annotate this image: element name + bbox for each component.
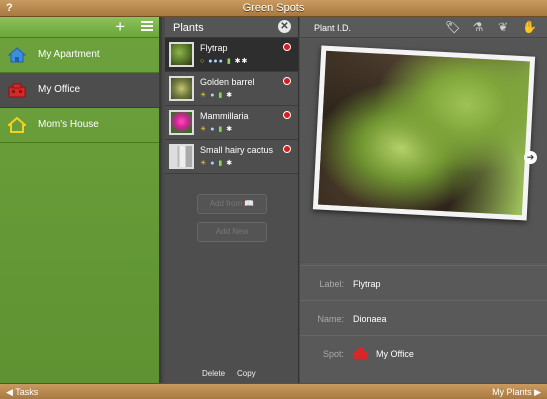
spot-key: Spot: <box>322 349 344 359</box>
temperature-icon: ✱ <box>226 160 234 167</box>
plant-item-golden-barrel[interactable]: Golden barrel ☀ ● ▮ ✱ <box>165 72 298 106</box>
delete-button[interactable]: Delete <box>202 369 225 378</box>
water-icon: ●●● <box>208 58 224 65</box>
plant-thumbnail <box>169 144 194 169</box>
name-key: Name: <box>317 314 344 324</box>
plant-photo[interactable] <box>312 45 536 221</box>
office-icon <box>8 83 26 98</box>
photo-area: ➔ <box>300 39 547 263</box>
label-key: Label: <box>319 279 344 289</box>
office-icon <box>353 348 368 359</box>
plants-panel: Plants ✕ Flytrap ○ ●●● ▮ ✱✱ Golden barre… <box>165 17 299 383</box>
close-icon[interactable]: ✕ <box>278 20 291 33</box>
add-from-label: Add from <box>209 199 243 208</box>
label-field[interactable]: Label: Flytrap <box>300 265 547 300</box>
sun-icon: ☀ <box>200 160 208 167</box>
plant-name: Small hairy cactus <box>200 145 274 155</box>
plant-name: Golden barrel <box>200 77 255 87</box>
hand-icon[interactable]: ✋ <box>522 20 537 34</box>
temperature-icon: ✱ <box>226 92 234 99</box>
plant-thumbnail <box>169 110 194 135</box>
spot-value: My Office <box>376 349 414 359</box>
care-icons: ○ ●●● ▮ ✱✱ <box>200 57 248 65</box>
sun-icon: ☀ <box>200 126 208 133</box>
spot-item-moms-house[interactable]: Mom's House <box>0 108 159 143</box>
plants-title: Plants <box>173 22 204 34</box>
spot-label: My Office <box>38 84 81 95</box>
status-dot <box>283 77 291 85</box>
fertilizer-icon: ▮ <box>218 160 224 167</box>
fertilizer-icon: ▮ <box>226 58 232 65</box>
microscope-icon[interactable]: ⚗ <box>471 20 485 34</box>
spot-label: Mom's House <box>38 119 99 130</box>
care-icons: ☀ ● ▮ ✱ <box>200 125 233 133</box>
house-outline-icon <box>8 117 26 133</box>
plant-name: Mammillaria <box>200 111 249 121</box>
temperature-icon: ✱ <box>226 126 234 133</box>
add-new-button[interactable]: Add New <box>197 222 267 242</box>
label-value: Flytrap <box>353 279 381 289</box>
title-bar: ? Green Spots <box>0 0 547 17</box>
house-icon <box>8 47 26 63</box>
book-icon: 📖 <box>244 199 255 208</box>
plant-name: Flytrap <box>200 43 228 53</box>
care-icons: ☀ ● ▮ ✱ <box>200 91 233 99</box>
plant-id-header: Plant I.D. 🏷 ⚗ ❦ ✋ <box>300 17 547 38</box>
spots-panel: + My Apartment My Office Mom's House <box>0 17 162 383</box>
tag-icon[interactable]: 🏷 <box>445 20 460 34</box>
plant-item-flytrap[interactable]: Flytrap ○ ●●● ▮ ✱✱ <box>165 38 298 72</box>
add-from-book-button[interactable]: Add from 📖 <box>197 194 267 214</box>
plant-item-small-hairy-cactus[interactable]: Small hairy cactus ☀ ● ▮ ✱ <box>165 140 298 174</box>
water-icon: ● <box>210 92 216 99</box>
spots-header: + <box>0 17 159 38</box>
plants-footer: Delete Copy <box>165 365 299 383</box>
status-dot <box>283 111 291 119</box>
name-value: Dionaea <box>353 314 387 324</box>
care-icons: ☀ ● ▮ ✱ <box>200 159 233 167</box>
spot-field[interactable]: Spot: My Office <box>300 335 547 370</box>
leaf-icon[interactable]: ❦ <box>496 20 510 34</box>
water-icon: ● <box>210 160 216 167</box>
add-spot-button[interactable]: + <box>115 18 125 35</box>
name-field[interactable]: Name: Dionaea <box>300 300 547 335</box>
menu-icon[interactable] <box>141 21 153 32</box>
status-dot <box>283 145 291 153</box>
bottom-bar: ◀ Tasks My Plants ▶ <box>0 383 547 399</box>
copy-button[interactable]: Copy <box>237 369 256 378</box>
plant-item-mammillaria[interactable]: Mammillaria ☀ ● ▮ ✱ <box>165 106 298 140</box>
next-photo-icon[interactable]: ➔ <box>524 151 537 164</box>
status-dot <box>283 43 291 51</box>
plant-thumbnail <box>169 76 194 101</box>
fertilizer-icon: ▮ <box>218 126 224 133</box>
spot-label: My Apartment <box>38 49 100 60</box>
water-icon: ● <box>210 126 216 133</box>
spot-item-my-apartment[interactable]: My Apartment <box>0 38 159 73</box>
plant-id-title: Plant I.D. <box>314 23 352 33</box>
plant-image <box>318 50 530 216</box>
sun-icon: ☀ <box>200 92 208 99</box>
spot-item-my-office[interactable]: My Office <box>0 73 159 108</box>
light-icon: ○ <box>200 58 206 65</box>
fertilizer-icon: ▮ <box>218 92 224 99</box>
plant-id-panel: Plant I.D. 🏷 ⚗ ❦ ✋ ➔ Label: Flytrap Name… <box>300 17 547 383</box>
temperature-icon: ✱✱ <box>234 58 249 65</box>
my-plants-button[interactable]: My Plants ▶ <box>492 387 541 398</box>
tasks-button[interactable]: ◀ Tasks <box>6 387 38 398</box>
plant-thumbnail <box>169 42 194 67</box>
plants-header: Plants ✕ <box>165 17 298 38</box>
app-title: Green Spots <box>242 2 305 14</box>
